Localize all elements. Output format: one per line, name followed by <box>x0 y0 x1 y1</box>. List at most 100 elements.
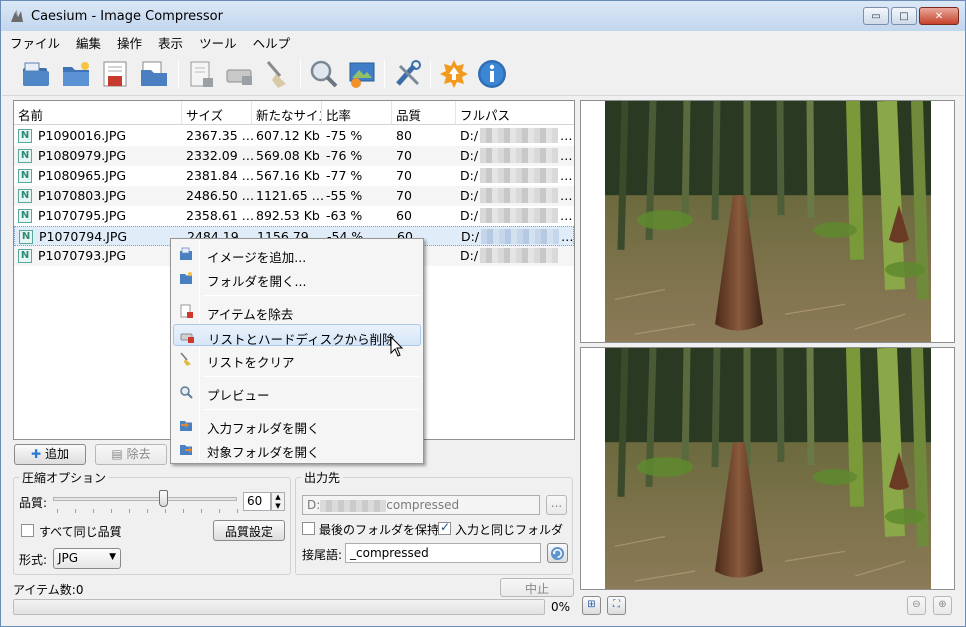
jpeg-file-icon: N <box>18 149 32 163</box>
minimize-icon: ▭ <box>871 10 881 22</box>
jpeg-file-icon: N <box>18 249 32 263</box>
keep-last-folder-checkbox[interactable] <box>302 522 315 535</box>
window-title: Caesium - Image Compressor <box>31 9 223 24</box>
format-select[interactable]: JPG ▼ <box>53 548 121 569</box>
same-as-input-checkbox[interactable] <box>438 520 451 535</box>
toolbar-separator <box>384 60 385 88</box>
compress-icon[interactable] <box>346 58 378 90</box>
redacted-path <box>480 248 558 263</box>
save-list-icon[interactable] <box>100 58 132 90</box>
quality-slider-track[interactable] <box>53 497 237 501</box>
ctx-open-input-folder[interactable]: 入力フォルダを開く <box>173 414 421 436</box>
column-ratio[interactable]: 比率 <box>322 101 392 125</box>
slider-tick <box>201 509 202 513</box>
ctx-add-image[interactable]: イメージを追加... <box>173 243 421 265</box>
context-menu-separator <box>203 295 419 296</box>
settings-icon[interactable] <box>392 58 424 90</box>
slider-tick <box>111 509 112 513</box>
delete-from-disk-icon[interactable] <box>224 58 256 90</box>
spin-up-icon[interactable]: ▲ <box>272 493 284 502</box>
compressed-preview[interactable] <box>580 347 955 590</box>
about-icon[interactable] <box>476 58 508 90</box>
column-new-size[interactable]: 新たなサイズ <box>252 101 322 125</box>
table-row[interactable]: N P1070795.JPG 2358.61 … 892.53 Kb -63 %… <box>14 206 574 226</box>
toolbar-separator <box>300 60 301 88</box>
cell-new-size: 1121.65 … <box>256 188 325 203</box>
maximize-icon: □ <box>899 10 909 22</box>
actual-size-icon: ⛶ <box>613 599 620 610</box>
ctx-clear-list[interactable]: リストをクリア <box>173 348 421 370</box>
table-row[interactable]: N P1080965.JPG 2381.84 … 567.16 Kb -77 %… <box>14 166 574 186</box>
spin-down-icon[interactable]: ▼ <box>272 502 284 511</box>
ctx-remove-item[interactable]: アイテムを除去 <box>173 300 421 322</box>
original-preview[interactable] <box>580 100 955 343</box>
redacted-path <box>320 499 387 512</box>
menu-file[interactable]: ファイル <box>2 31 68 51</box>
progress-percent: 0% <box>551 600 571 614</box>
preview-icon[interactable] <box>308 58 340 90</box>
quality-slider-thumb[interactable] <box>158 490 168 507</box>
slider-tick <box>183 509 184 513</box>
cell-quality: 60 <box>396 208 412 223</box>
clear-list-icon[interactable] <box>262 58 294 90</box>
close-icon: ✕ <box>934 10 944 22</box>
quality-spin-arrows[interactable]: ▲ ▼ <box>271 492 285 511</box>
compressed-preview-image <box>605 348 931 589</box>
open-list-icon[interactable] <box>138 58 170 90</box>
cell-quality: 70 <box>396 188 412 203</box>
fit-to-window-button[interactable]: ⊞ <box>582 596 601 615</box>
zoom-in-button[interactable]: ⊕ <box>933 596 952 615</box>
column-size[interactable]: サイズ <box>182 101 252 125</box>
close-button[interactable]: ✕ <box>919 7 959 25</box>
column-full-path[interactable]: フルパス <box>456 101 574 125</box>
context-menu-separator <box>203 409 419 410</box>
jpeg-file-icon: N <box>18 169 32 183</box>
ctx-open-folder[interactable]: フォルダを開く... <box>173 267 421 289</box>
table-row[interactable]: N P1080979.JPG 2332.09 … 569.08 Kb -76 %… <box>14 146 574 166</box>
overflow-mark: … <box>560 148 573 163</box>
column-name[interactable]: 名前 <box>14 101 182 125</box>
overflow-mark: … <box>561 229 574 244</box>
menu-edit[interactable]: 編集 <box>68 31 109 51</box>
cell-size: 2358.61 … <box>186 208 255 223</box>
output-path-drive: D: <box>307 498 321 512</box>
menu-view[interactable]: 表示 <box>150 31 191 51</box>
cell-ratio: -76 % <box>326 148 363 163</box>
remove-item-icon[interactable] <box>186 58 218 90</box>
mouse-cursor-icon <box>390 336 404 357</box>
open-files-icon[interactable] <box>20 58 52 90</box>
ctx-preview[interactable]: プレビュー <box>173 381 421 403</box>
zoom-out-button[interactable]: ⊖ <box>907 596 926 615</box>
remove-button[interactable]: ▤ 除去 <box>95 444 167 465</box>
cell-new-size: 569.08 Kb <box>256 148 320 163</box>
stop-button[interactable]: 中止 <box>500 578 574 597</box>
quality-spinbox[interactable]: 60 <box>243 492 271 511</box>
open-folder-icon[interactable] <box>60 58 92 90</box>
cell-name: P1070794.JPG <box>39 229 128 244</box>
output-path-input[interactable]: D: compressed <box>302 495 540 515</box>
suffix-input[interactable]: _compressed <box>345 543 541 563</box>
title-bar[interactable]: Caesium - Image Compressor ▭ □ ✕ <box>1 1 965 31</box>
same-quality-checkbox[interactable] <box>21 524 34 537</box>
ctx-delete-from-disk[interactable]: リストとハードディスクから削除 <box>173 324 421 347</box>
menu-tools[interactable]: ツール <box>191 31 245 51</box>
cell-ratio: -63 % <box>326 208 363 223</box>
menu-action[interactable]: 操作 <box>109 31 150 51</box>
plus-icon: ✚ <box>31 447 42 461</box>
actual-size-button[interactable]: ⛶ <box>607 596 626 615</box>
toolbar-separator <box>178 60 179 88</box>
ctx-open-output-folder[interactable]: 対象フォルダを開く <box>173 438 421 460</box>
cell-name: P1090016.JPG <box>38 128 127 143</box>
maximize-button[interactable]: □ <box>891 7 917 25</box>
quality-label: 品質: <box>19 496 48 510</box>
table-row[interactable]: N P1070803.JPG 2486.50 … 1121.65 … -55 %… <box>14 186 574 206</box>
browse-button[interactable]: ... <box>546 495 567 515</box>
column-quality[interactable]: 品質 <box>392 101 456 125</box>
table-row[interactable]: N P1090016.JPG 2367.35 … 607.12 Kb -75 %… <box>14 126 574 146</box>
quality-settings-button[interactable]: 品質設定 <box>213 520 285 541</box>
minimize-button[interactable]: ▭ <box>863 7 889 25</box>
reset-suffix-button[interactable] <box>547 543 568 563</box>
add-button[interactable]: ✚ 追加 <box>14 444 86 465</box>
menu-help[interactable]: ヘルプ <box>245 31 299 51</box>
update-icon[interactable] <box>438 58 470 90</box>
